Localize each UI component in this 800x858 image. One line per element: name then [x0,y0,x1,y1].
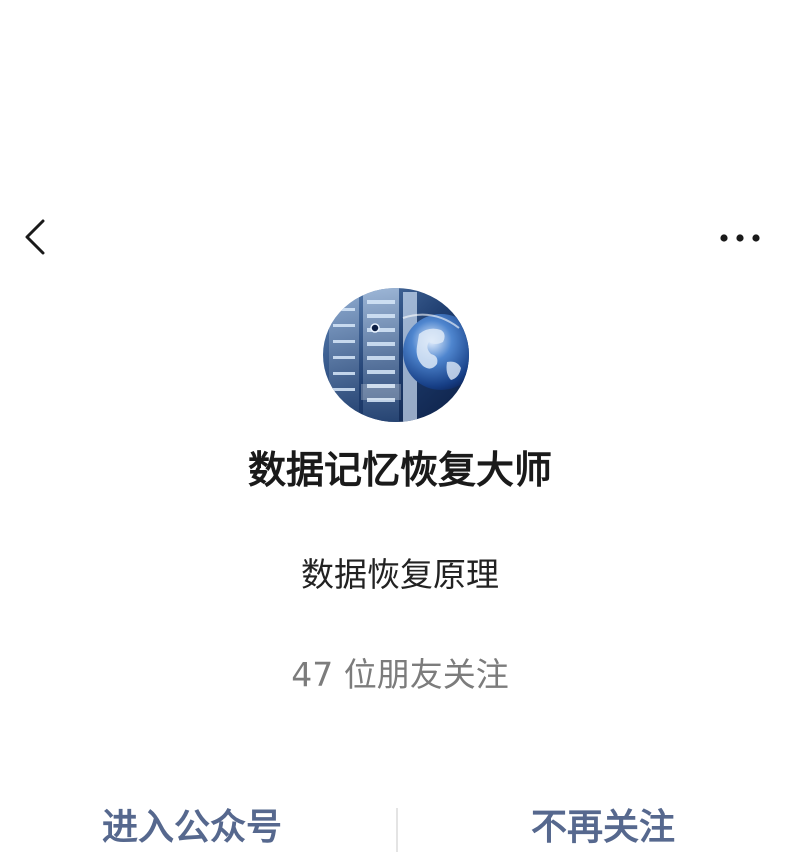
back-button[interactable] [14,212,58,262]
account-avatar [323,288,469,422]
chevron-left-icon [25,219,45,255]
action-divider [396,808,398,852]
friends-following-count: 47 位朋友关注 [291,655,509,694]
more-horizontal-icon [720,234,760,242]
enter-official-account-button[interactable]: 进入公众号 [72,798,312,852]
server-globe-image [323,288,469,422]
account-description: 数据恢复原理 [301,555,499,594]
action-bar: 进入公众号 不再关注 [0,798,800,852]
more-button[interactable] [710,220,770,256]
account-name: 数据记忆恢复大师 [247,448,552,492]
unfollow-button[interactable]: 不再关注 [488,798,718,852]
